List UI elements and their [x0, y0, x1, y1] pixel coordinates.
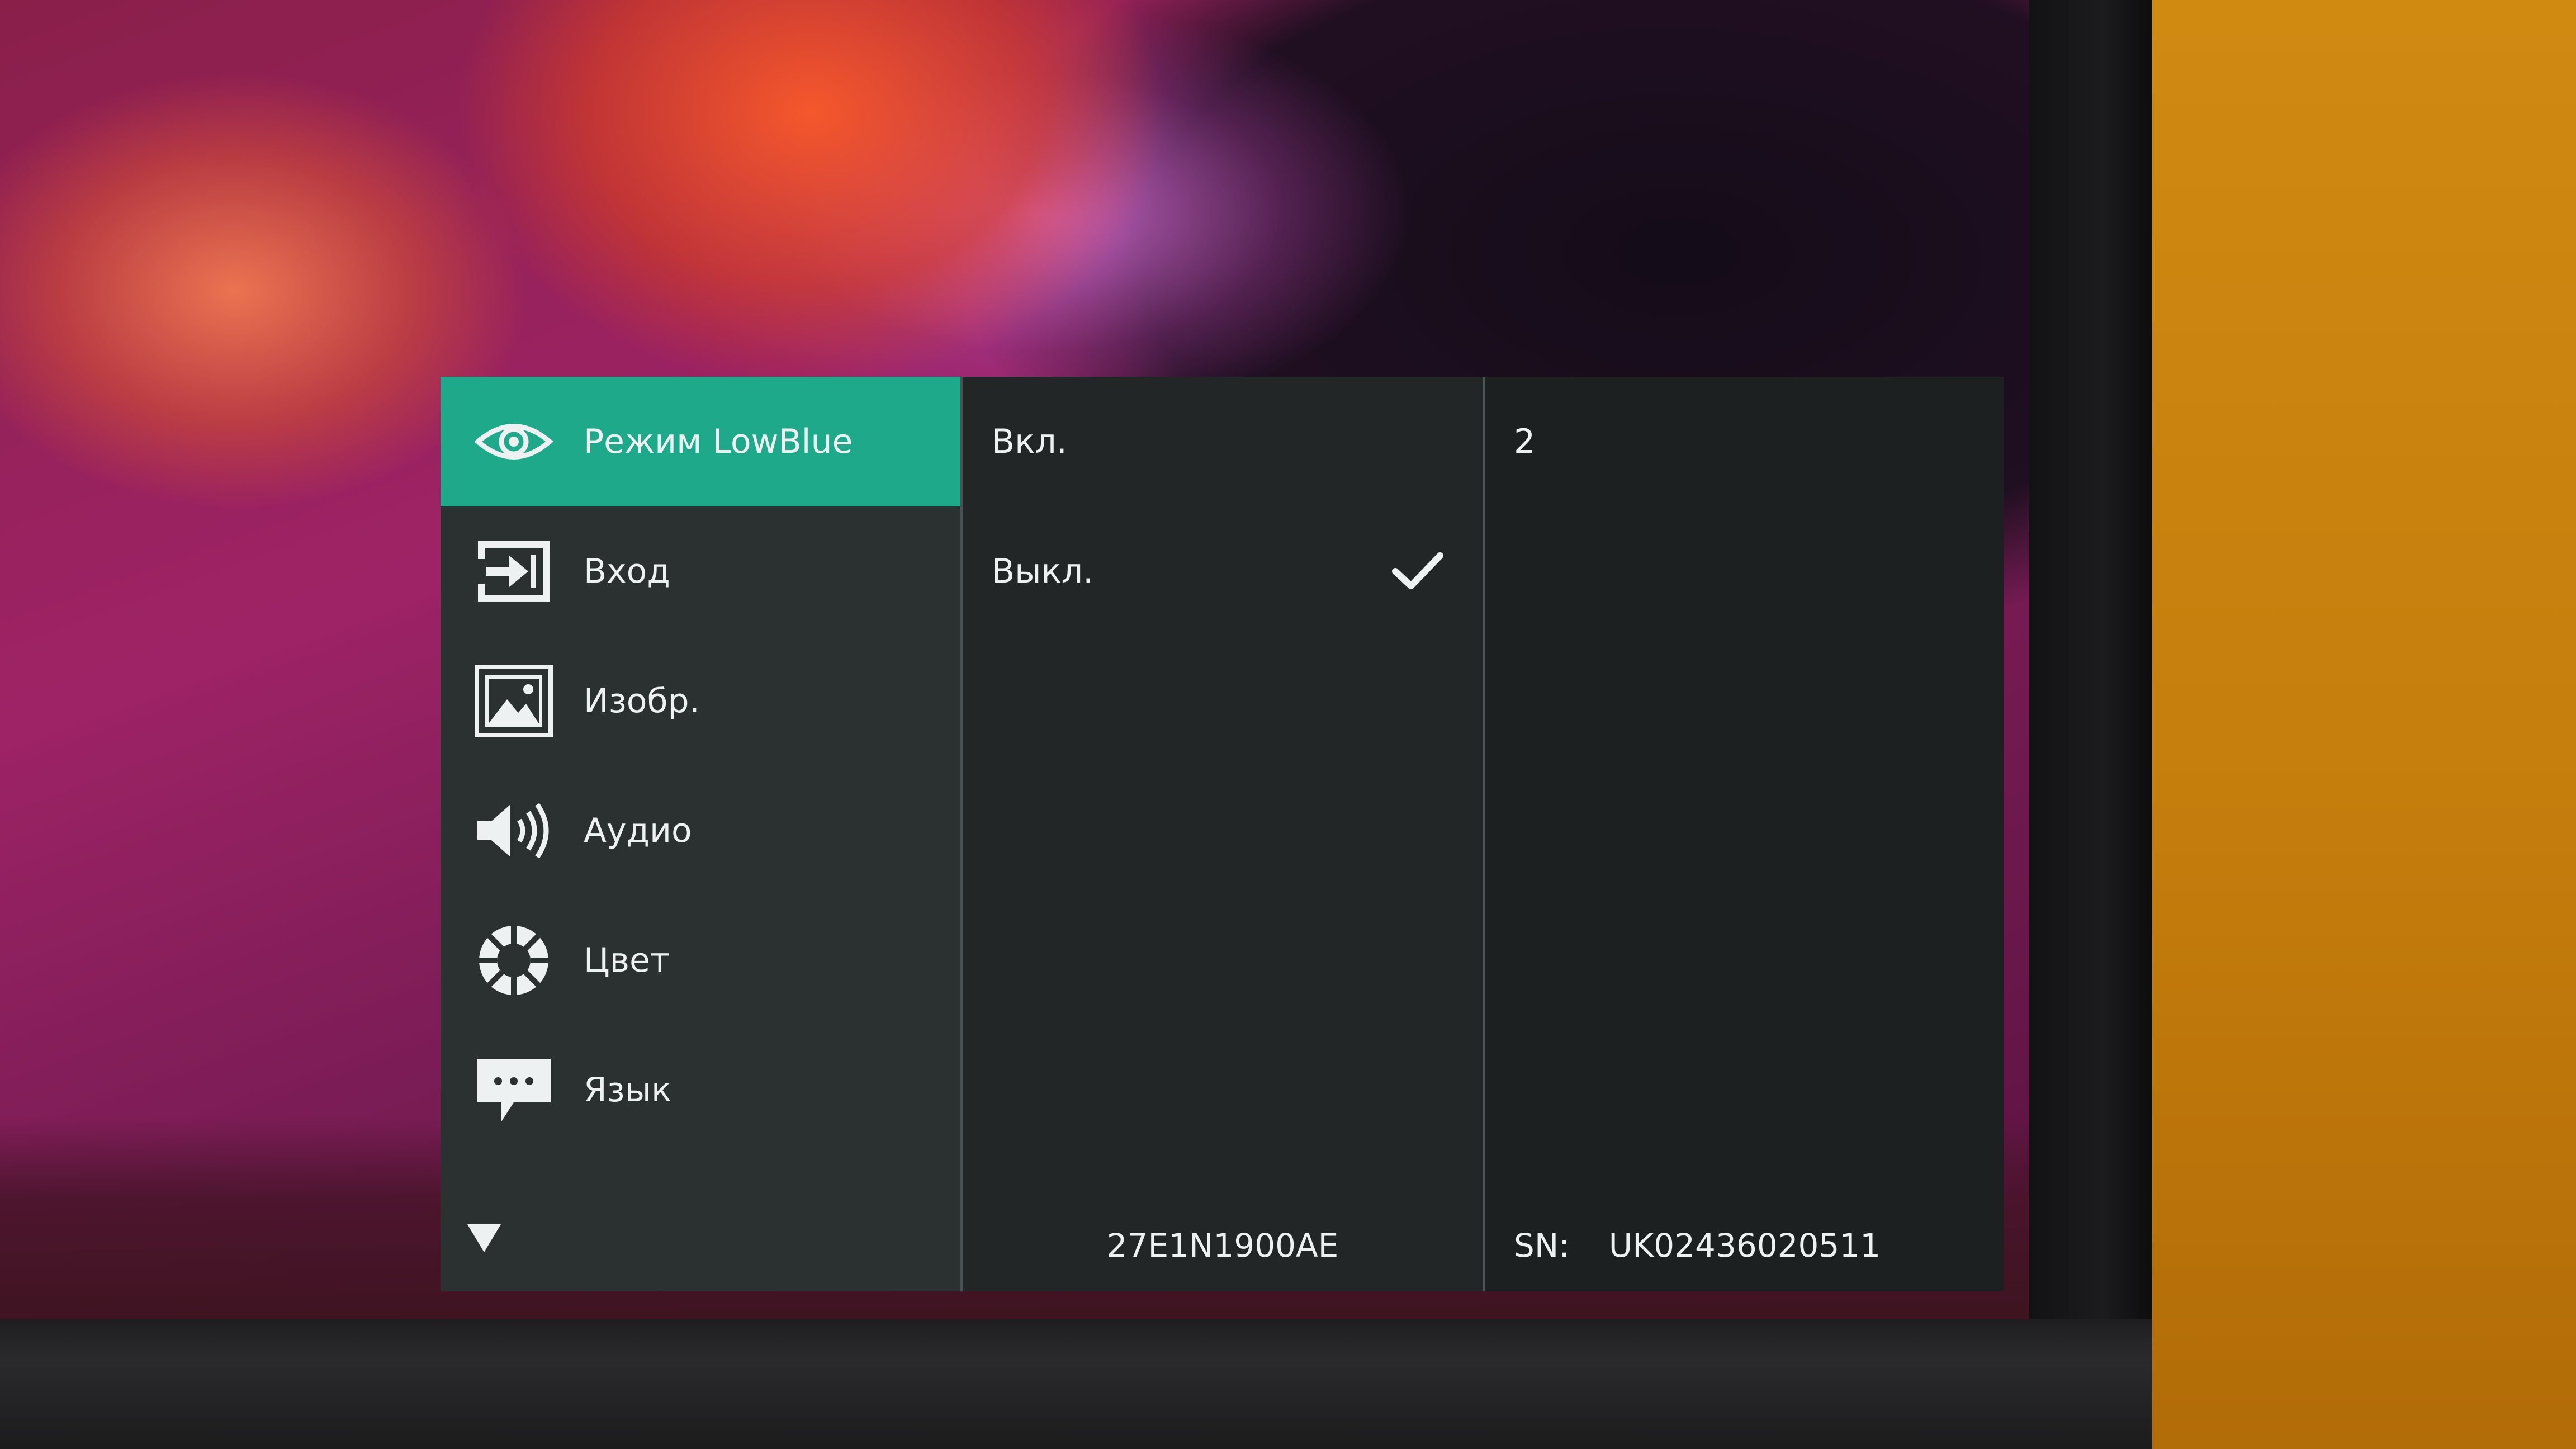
- option-label: Вкл.: [992, 422, 1067, 461]
- model-number: 27E1N1900AE: [1106, 1227, 1339, 1265]
- main-menu-column: Режим LowBlue Вход Изобр. Аудио Цвет Язы…: [441, 377, 963, 1291]
- color-wheel-icon: [472, 921, 556, 1000]
- sn-value: UK02436020511: [1608, 1227, 1881, 1265]
- osd-menu: Режим LowBlue Вход Изобр. Аудио Цвет Язы…: [441, 377, 2004, 1291]
- menu-item-label: Вход: [584, 552, 670, 591]
- options-column: Вкл. Выкл. 27E1N1900AE: [963, 377, 1485, 1291]
- speech-bubble-icon: [472, 1051, 556, 1129]
- lowblue-level-value: 2: [1514, 422, 1536, 461]
- option-off[interactable]: Выкл.: [992, 506, 1467, 636]
- menu-item-language[interactable]: Язык: [441, 1025, 960, 1155]
- value-column: 2 SN: UK02436020511: [1485, 377, 2004, 1291]
- sn-label: SN:: [1514, 1227, 1570, 1265]
- picture-icon: [472, 662, 556, 740]
- option-on[interactable]: Вкл.: [992, 377, 1467, 506]
- monitor-bezel-bottom: [0, 1319, 2152, 1449]
- option-label: Выкл.: [992, 552, 1094, 591]
- menu-item-color[interactable]: Цвет: [441, 896, 960, 1025]
- menu-item-label: Язык: [584, 1071, 672, 1110]
- background-wall: [2152, 0, 2576, 1449]
- checkmark-icon: [1392, 552, 1443, 589]
- monitor-bezel-right: [2029, 0, 2152, 1449]
- eye-icon: [472, 402, 556, 481]
- menu-item-audio[interactable]: Аудио: [441, 766, 960, 896]
- menu-item-label: Режим LowBlue: [584, 422, 853, 461]
- serial-number: SN: UK02436020511: [1514, 1227, 1881, 1265]
- menu-item-label: Цвет: [584, 941, 670, 980]
- menu-item-input[interactable]: Вход: [441, 506, 960, 636]
- down-arrow-icon[interactable]: [467, 1224, 501, 1252]
- speaker-icon: [472, 792, 556, 870]
- menu-item-label: Изобр.: [584, 681, 700, 721]
- menu-item-label: Аудио: [584, 811, 692, 850]
- menu-item-picture[interactable]: Изобр.: [441, 636, 960, 766]
- menu-item-lowblue[interactable]: Режим LowBlue: [441, 377, 960, 506]
- input-icon: [472, 532, 556, 610]
